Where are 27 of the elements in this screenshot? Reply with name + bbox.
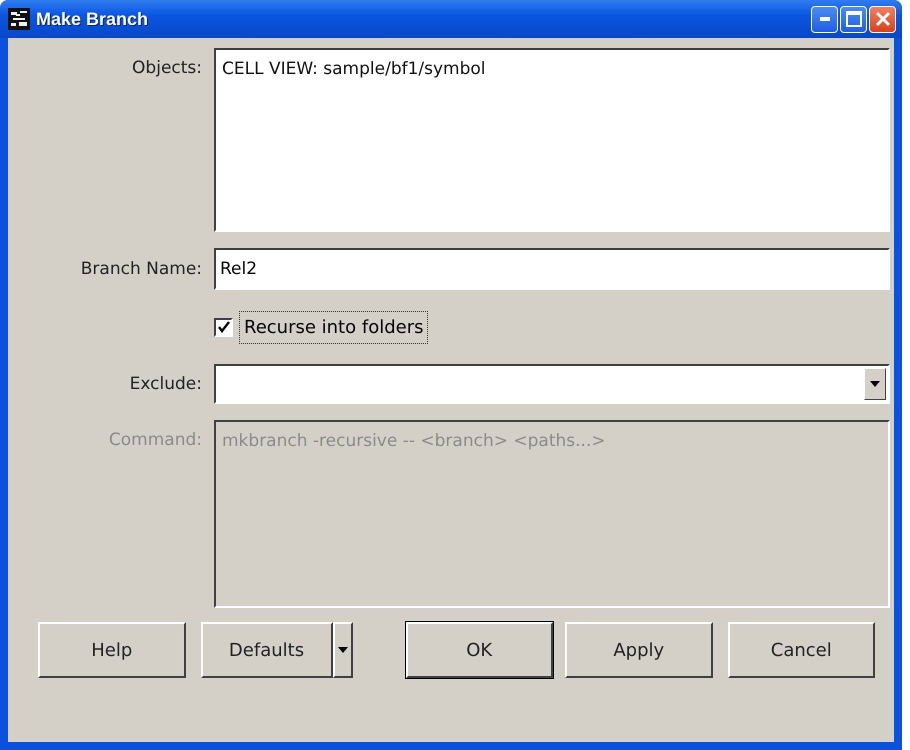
dialog-button[interactable]: OK <box>406 622 553 678</box>
field-label: Objects: <box>131 57 203 78</box>
exclude-dropdown[interactable] <box>214 364 890 404</box>
minimize-button[interactable] <box>811 6 838 32</box>
command-text: mkbranch -recursive -- <branch> <paths...> <box>222 431 606 451</box>
dialog-button[interactable]: Apply <box>565 622 712 678</box>
field-label: Command: <box>108 429 203 450</box>
field-label: Exclude: <box>128 374 203 394</box>
caret-icon <box>338 647 348 653</box>
dialog-button[interactable]: Help <box>38 622 186 678</box>
branch-name-field[interactable]: Rel2 <box>214 248 890 290</box>
menu-arrow-button[interactable] <box>332 622 352 678</box>
objects-list[interactable]: CELL VIEW: sample/bf1/symbol <box>214 48 890 232</box>
close-icon <box>874 11 890 27</box>
field-label: Branch Name: <box>80 259 203 279</box>
minimize-icon <box>820 17 830 21</box>
list-item[interactable]: CELL VIEW: sample/bf1/symbol <box>222 59 486 79</box>
close-button[interactable] <box>869 6 896 32</box>
checkbox[interactable] <box>214 318 233 336</box>
dialog-button[interactable]: Cancel <box>728 622 875 678</box>
defaults-button[interactable]: Defaults <box>200 622 332 678</box>
maximize-icon <box>846 11 862 27</box>
checkbox-label[interactable]: Recurse into folders <box>239 310 428 344</box>
dropdown-arrow-icon <box>870 381 880 387</box>
app-icon <box>8 8 30 30</box>
maximize-button[interactable] <box>840 6 867 32</box>
window-title: Make Branch <box>36 8 150 30</box>
